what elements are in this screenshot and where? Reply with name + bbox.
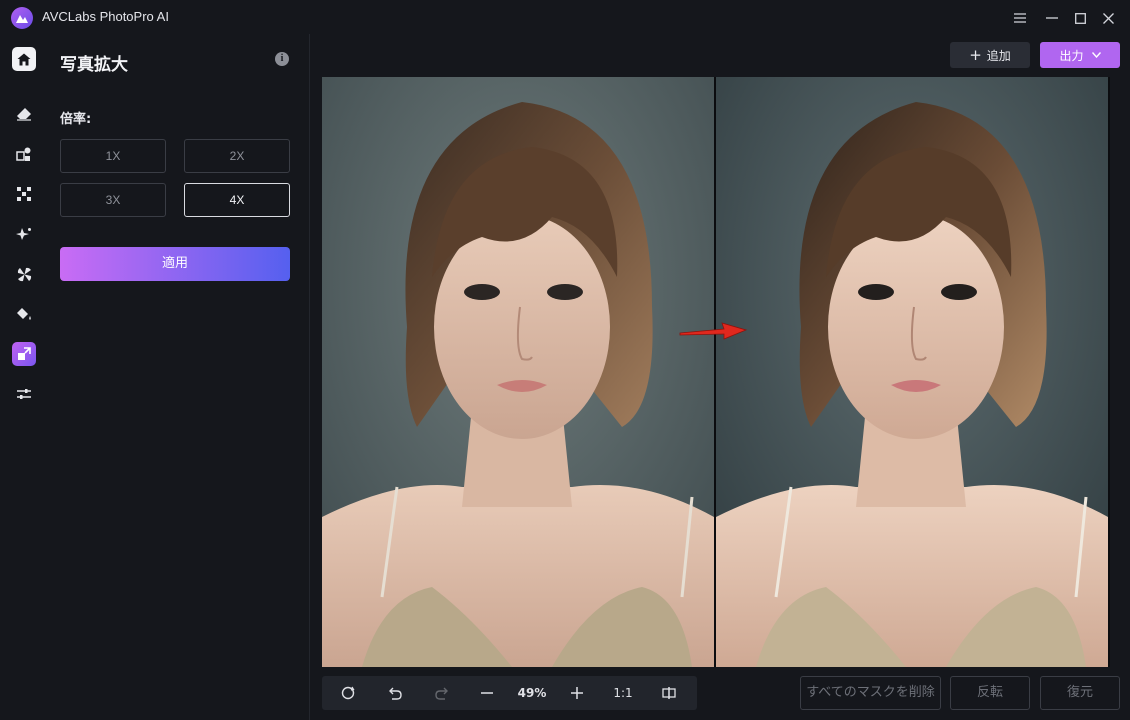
replace-icon [16, 147, 31, 161]
scale-option-4x[interactable]: 4X [184, 183, 290, 217]
title-bar: AVCLabs PhotoPro AI [0, 0, 1130, 34]
rail-item-replace[interactable] [12, 142, 36, 166]
actual-size-button[interactable]: 1:1 [609, 676, 637, 710]
chevron-down-icon [1091, 52, 1101, 58]
rail-item-adjust[interactable] [12, 382, 36, 406]
sliders-icon [17, 389, 31, 399]
undo-icon[interactable] [383, 676, 407, 710]
redo-icon[interactable] [430, 676, 454, 710]
rail-item-background[interactable] [12, 182, 36, 206]
tool-rail [0, 34, 48, 720]
scale-option-1x[interactable]: 1X [60, 139, 166, 173]
image-canvas[interactable] [322, 77, 1110, 667]
zoom-out-icon[interactable] [475, 676, 499, 710]
info-icon[interactable]: i [275, 52, 289, 66]
upscaled-photo [716, 77, 1108, 667]
app-logo [11, 7, 33, 29]
scale-option-2x[interactable]: 2X [184, 139, 290, 173]
maximize-icon[interactable] [1068, 6, 1092, 30]
invert-button[interactable]: 反転 [950, 676, 1030, 710]
export-button[interactable]: 出力 [1040, 42, 1120, 68]
rail-item-object-remover[interactable] [12, 102, 36, 126]
add-label: 追加 [986, 48, 1011, 63]
export-label: 出力 [1059, 48, 1084, 63]
rail-item-enhance[interactable] [12, 222, 36, 246]
scale-option-3x[interactable]: 3X [60, 183, 166, 217]
refresh-icon[interactable] [336, 676, 360, 710]
upscale-panel: 写真拡大 i 倍率: 1X 2X 3X 4X 適用 [48, 34, 310, 720]
sparkle-icon [16, 228, 31, 240]
original-photo [322, 77, 714, 667]
minimize-icon[interactable] [1040, 6, 1064, 30]
compare-view-icon[interactable] [657, 676, 681, 710]
zoom-level: 49% [517, 686, 547, 700]
background-icon [17, 187, 31, 201]
remove-all-masks-button[interactable]: すべてのマスクを削除 [800, 676, 941, 710]
panel-title: 写真拡大 [60, 55, 128, 75]
home-icon [17, 53, 31, 65]
zoom-in-icon[interactable] [565, 676, 589, 710]
logo-mark-icon [16, 15, 28, 23]
upscale-icon [18, 347, 31, 360]
rail-item-colorize[interactable] [12, 262, 36, 286]
fan-icon [17, 267, 31, 281]
compare-arrow-icon [679, 322, 748, 340]
add-button[interactable]: + 追加 [950, 42, 1030, 68]
plus-icon: + [969, 46, 982, 64]
paint-bucket-icon [17, 307, 31, 320]
canvas-toolbar: 49% 1:1 [322, 676, 697, 710]
rail-item-upscale[interactable] [12, 342, 36, 366]
close-icon[interactable] [1096, 6, 1120, 30]
restore-button[interactable]: 復元 [1040, 676, 1120, 710]
rail-item-home[interactable] [12, 47, 36, 71]
menu-icon[interactable] [1008, 6, 1032, 30]
app-title: AVCLabs PhotoPro AI [42, 9, 169, 24]
rail-item-fill[interactable] [12, 302, 36, 326]
eraser-icon [17, 108, 31, 121]
scale-label: 倍率: [60, 112, 92, 127]
apply-button[interactable]: 適用 [60, 247, 290, 281]
